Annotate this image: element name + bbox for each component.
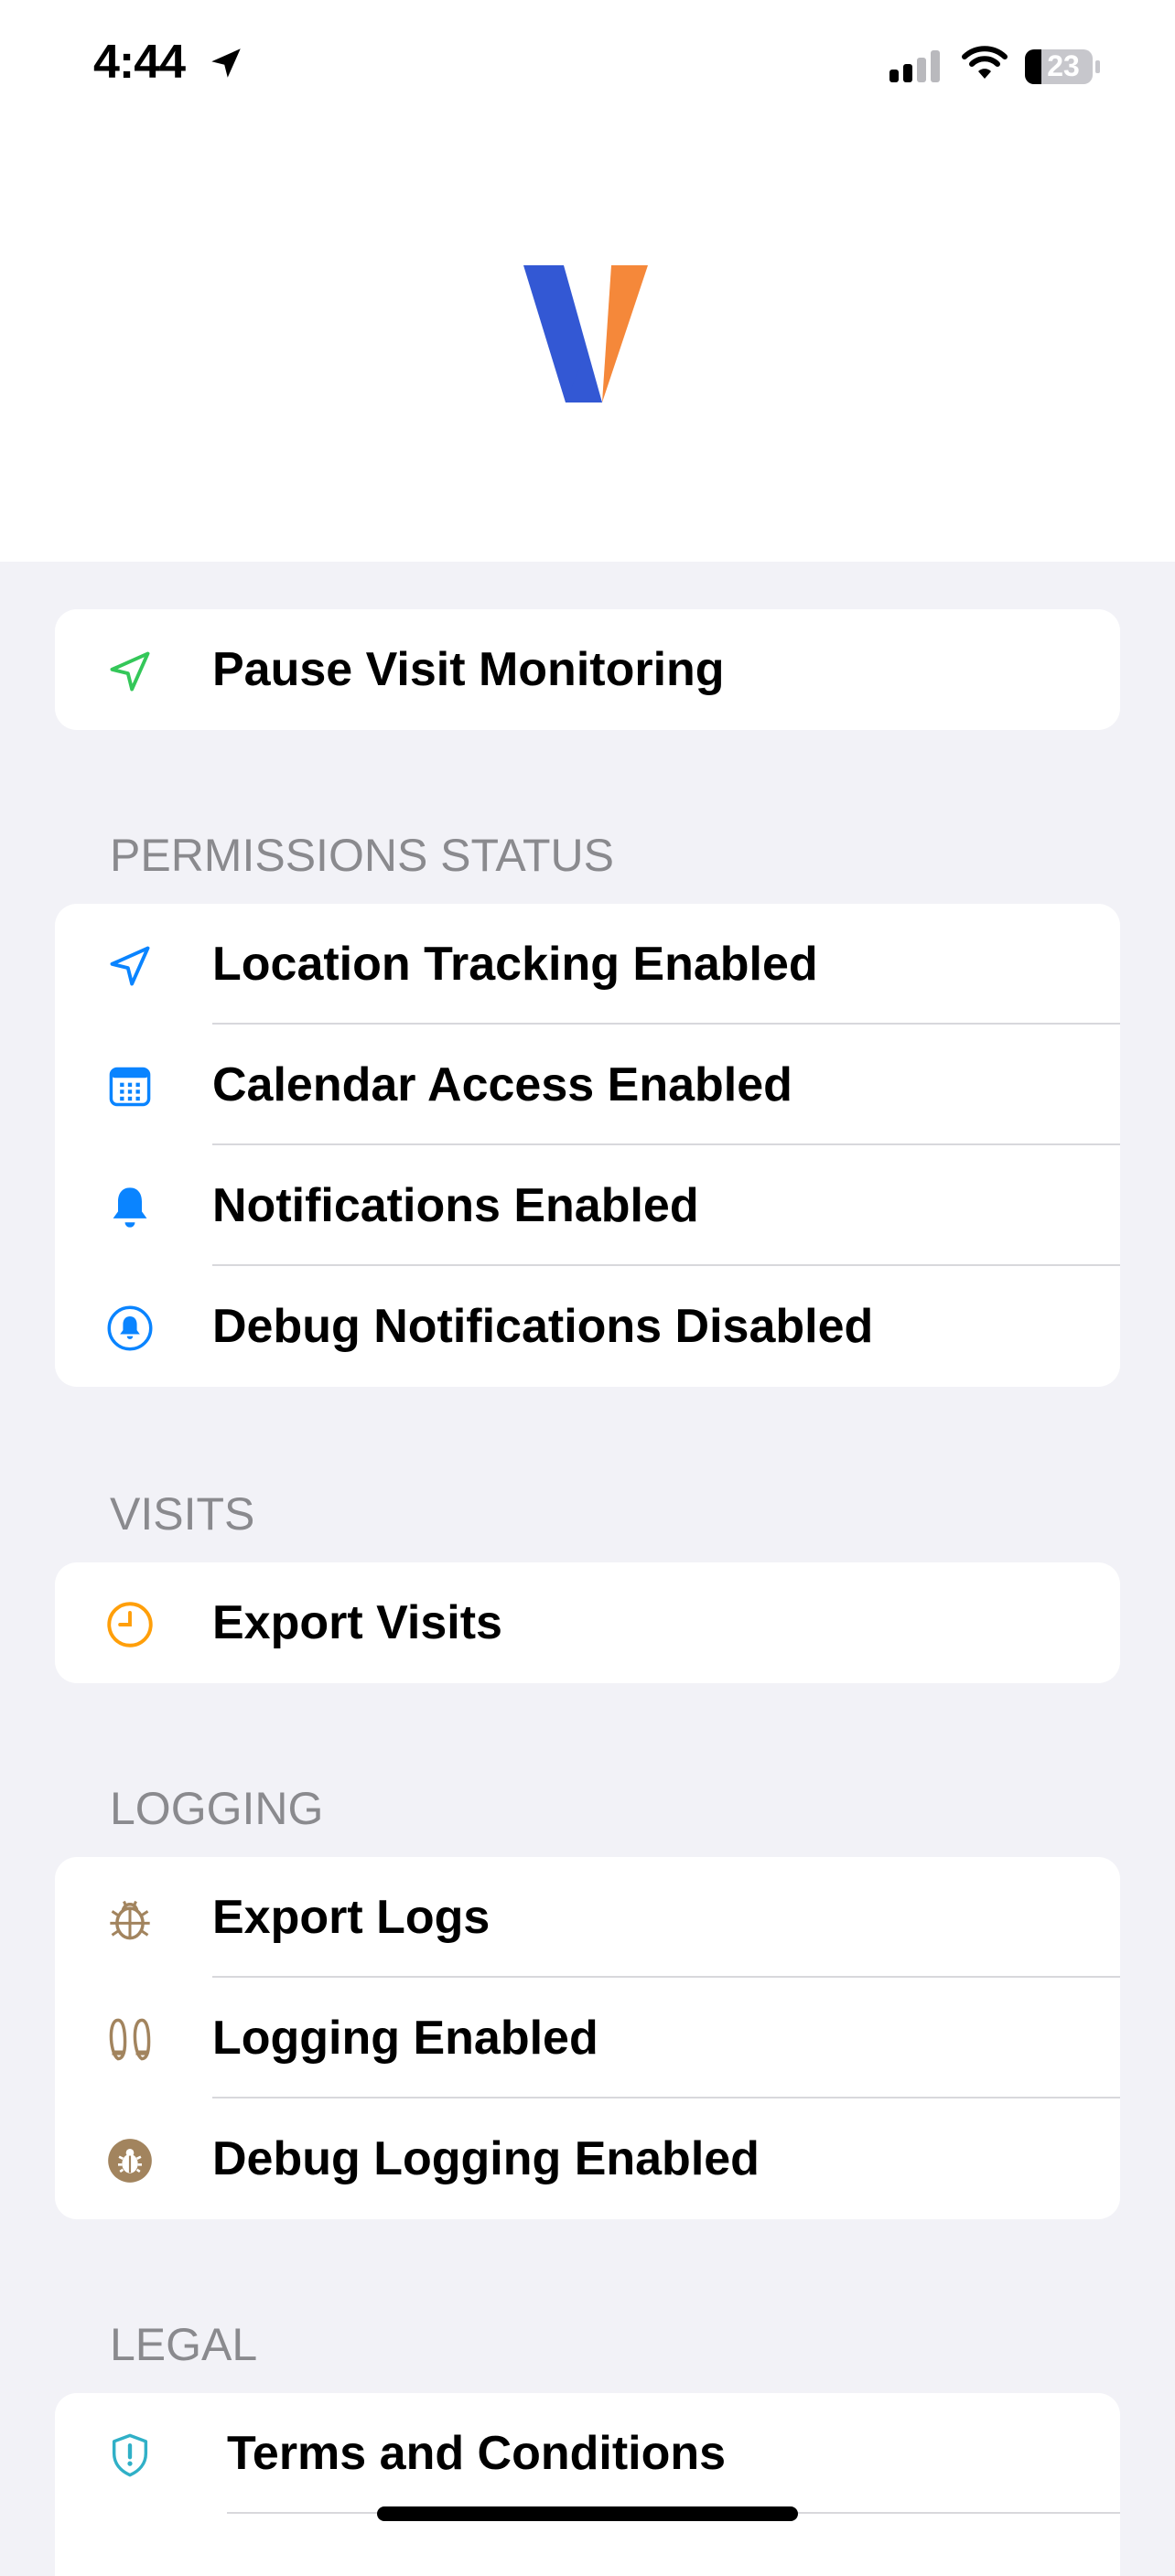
home-indicator[interactable] <box>377 2506 798 2521</box>
permission-calendar-row[interactable]: Calendar Access Enabled <box>55 1025 1120 1145</box>
header-area: 4:44 23 <box>0 0 1175 562</box>
location-arrow-icon <box>106 648 150 692</box>
pause-visit-monitoring-button[interactable]: Pause Visit Monitoring <box>55 609 1120 730</box>
wifi-icon <box>961 44 1008 87</box>
calendar-icon <box>106 1063 151 1107</box>
permission-location-row[interactable]: Location Tracking Enabled <box>55 904 1120 1025</box>
logging-card: Export Logs Logging Enabled Debug Loggin… <box>55 1857 1120 2219</box>
debug-logging-enabled-row[interactable]: Debug Logging Enabled <box>55 2098 1120 2219</box>
permissions-header: PERMISSIONS STATUS <box>110 830 615 881</box>
location-arrow-icon <box>207 44 245 87</box>
pause-visit-monitoring-label: Pause Visit Monitoring <box>212 643 725 696</box>
permission-location-label: Location Tracking Enabled <box>212 938 818 991</box>
export-logs-button[interactable]: Export Logs <box>55 1857 1120 1978</box>
permission-notifications-row[interactable]: Notifications Enabled <box>55 1145 1120 1266</box>
ladybug-icon <box>106 1895 150 1940</box>
shoeprints-icon <box>106 2016 151 2061</box>
shield-exclamation-icon <box>106 2431 150 2477</box>
export-visits-button[interactable]: Export Visits <box>55 1562 1120 1683</box>
status-time: 4:44 <box>93 36 186 89</box>
export-visits-label: Export Visits <box>212 1596 502 1649</box>
permission-calendar-label: Calendar Access Enabled <box>212 1058 792 1111</box>
logging-header: LOGGING <box>110 1783 324 1834</box>
export-logs-label: Export Logs <box>212 1891 490 1944</box>
status-bar: 4:44 23 <box>0 0 1175 128</box>
permission-notifications-label: Notifications Enabled <box>212 1179 699 1232</box>
visits-header: VISITS <box>110 1488 255 1540</box>
ladybug-circle-icon <box>106 2137 152 2183</box>
cellular-signal-icon <box>888 48 944 89</box>
terms-and-conditions-link[interactable]: Terms and Conditions <box>55 2393 1120 2514</box>
battery-level: 23 <box>1047 49 1080 82</box>
legal-header: LEGAL <box>110 2319 258 2370</box>
permission-debug-notifications-row[interactable]: Debug Notifications Disabled <box>55 1266 1120 1387</box>
bell-circle-icon <box>106 1304 153 1351</box>
permission-debug-notifications-label: Debug Notifications Disabled <box>212 1300 874 1353</box>
debug-logging-enabled-label: Debug Logging Enabled <box>212 2132 760 2185</box>
legal-card: Terms and Conditions <box>55 2393 1120 2576</box>
terms-and-conditions-label: Terms and Conditions <box>227 2427 727 2480</box>
monitoring-card: Pause Visit Monitoring <box>55 609 1120 730</box>
permissions-card: Location Tracking Enabled Calendar Acces… <box>55 904 1120 1387</box>
visits-card: Export Visits <box>55 1562 1120 1683</box>
clock-icon <box>106 1601 153 1648</box>
bell-icon <box>106 1184 150 1228</box>
logging-enabled-label: Logging Enabled <box>212 2012 598 2065</box>
logging-enabled-row[interactable]: Logging Enabled <box>55 1978 1120 2098</box>
location-arrow-icon <box>106 942 150 986</box>
app-logo <box>522 263 650 410</box>
